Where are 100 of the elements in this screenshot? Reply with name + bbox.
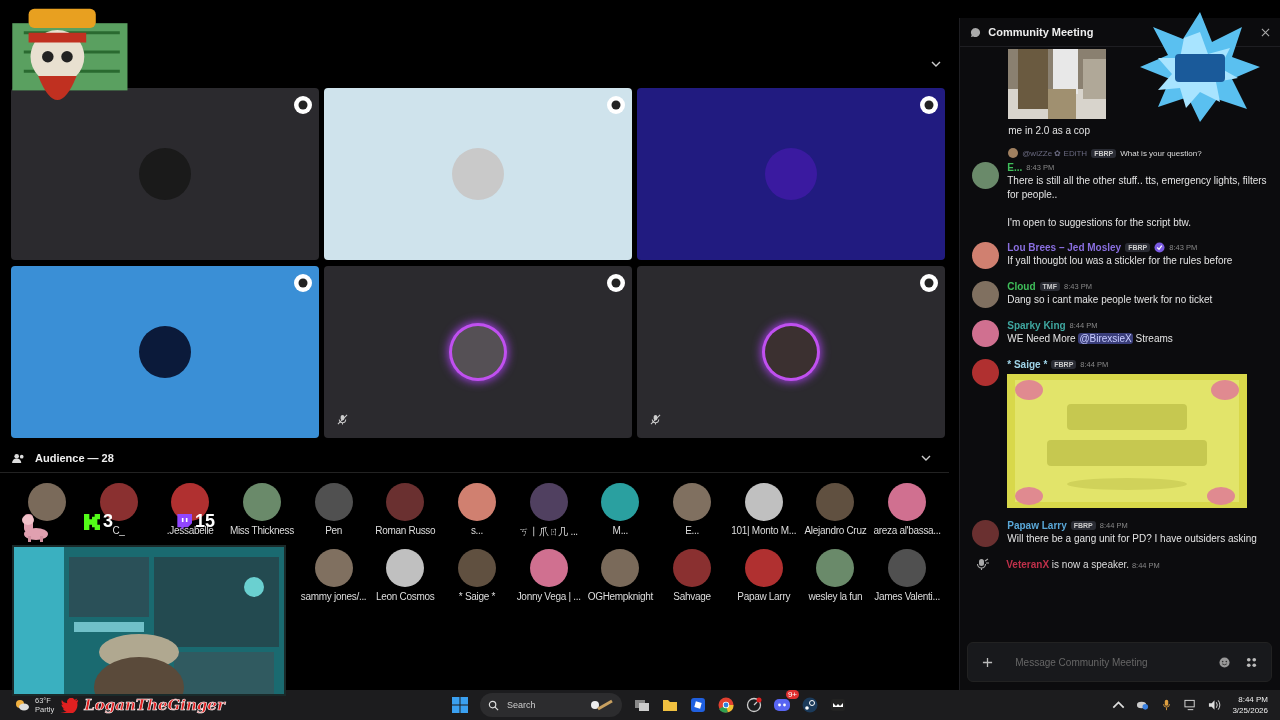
task-view-icon[interactable] [634,697,650,713]
author-name[interactable]: E... [1007,161,1023,173]
author-name[interactable]: * Saige * [1007,358,1048,370]
bird-icon [61,697,80,713]
emoji-icon[interactable] [1219,656,1230,668]
microphone-icon [976,557,991,571]
speaker-tile[interactable] [11,88,319,260]
user-avatar[interactable] [972,320,1000,347]
user-avatar[interactable] [972,242,1000,269]
message-text: WE Need More [1007,333,1077,344]
member-avatar[interactable] [529,549,568,587]
stage-moderator-icon [293,273,313,293]
message-text: I'm open to suggestions for the script btw. [1007,216,1192,230]
message-text: Dang so i cant make people twerk for no ticket [1007,293,1214,307]
member-avatar[interactable] [27,483,66,521]
windows-start-icon[interactable] [452,697,468,713]
member-name: M... [612,525,629,536]
search-icon [488,699,499,711]
collapse-chevron-icon[interactable] [931,61,942,67]
user-mention[interactable]: @BirexsieX [1078,333,1133,344]
member-name: Papaw Larry [737,591,791,602]
plus-icon[interactable] [982,656,994,668]
author-name[interactable]: Lou Brees – Jed Mosley [1007,241,1122,253]
message-text: Will there be a gang unit for PD? I have outsiders asking [1007,532,1258,546]
member-name: James Valenti... [874,591,940,602]
speaker-tile[interactable] [637,266,945,438]
stage-moderator-icon [919,273,939,293]
gauge-icon[interactable] [746,697,762,713]
speaker-tile[interactable] [11,266,319,438]
author-name[interactable]: Papaw Larry [1007,519,1067,531]
cloud-icon[interactable] [1136,699,1150,711]
speaker-name[interactable]: VeteranX [1006,558,1050,570]
message-input[interactable]: Message Community Meeting [1013,655,1209,669]
member-name: Leon Cosmos [376,591,435,602]
chevron-up-icon[interactable] [1112,699,1126,711]
weather-icon[interactable] [14,699,30,711]
twitter-handle: LoganTheGinger [84,696,225,714]
user-avatar[interactable] [972,162,1000,189]
member-avatar[interactable] [744,483,783,521]
search-field[interactable]: Search [505,699,579,711]
follower-count: 3 [103,511,113,532]
member-avatar[interactable] [457,483,496,521]
user-avatar[interactable] [972,359,1000,386]
kick-icon [84,513,100,530]
member-name: Alejandro Cruz [804,525,867,536]
baseball-bat-icon [590,699,614,711]
member-name: s... [470,525,484,536]
message-text: Streams [1134,333,1173,344]
member-name: wesley la fun [808,591,863,602]
stage-moderator-icon [293,95,313,115]
member-avatar[interactable] [888,483,927,521]
close-icon[interactable] [1261,27,1270,37]
user-avatar[interactable] [972,281,1000,308]
member-name: sammy jones/... [300,591,367,602]
system-message: is now a speaker. [1051,558,1130,570]
discord-icon[interactable] [774,697,790,713]
member-name: areza al'bassa... [873,525,941,536]
member-name: Roman Russo [375,525,436,536]
stage-moderator-icon [606,273,626,293]
member-name: * Saige * [458,591,496,602]
search-bar[interactable]: Search [480,693,622,717]
member-name: 101| Monto M... [731,525,797,536]
browser-icon[interactable] [718,697,734,713]
message-text: If yall thougbt lou was a stickler for the rules before [1007,254,1234,268]
speaker-tile[interactable] [324,266,632,438]
reply-avatar [1008,148,1019,158]
collapse-chevron-icon[interactable] [921,455,932,461]
speaker-tile[interactable] [637,88,945,260]
author-name[interactable]: Sparky King [1007,319,1066,331]
speaker-tile[interactable] [324,88,632,260]
audience-heading: Audience — 28 [35,452,114,464]
stage-moderator-icon [606,95,626,115]
member-name: Sahvage [673,591,711,602]
chat-title: Community Meeting [988,26,1094,38]
reply-preview[interactable]: What is your question? [1120,148,1202,158]
app-icon[interactable] [690,697,706,713]
member-avatar[interactable] [601,483,640,521]
clock[interactable]: 8:44 PM 3/25/2026 [1232,694,1268,716]
member-name: Jonny Vega | ... [516,591,581,602]
steam-icon[interactable] [802,697,818,713]
member-name: Pen [325,525,343,536]
member-name: ㄎ丨爪ㄖ几 ... [519,525,578,539]
people-icon [12,452,25,464]
member-name: Miss Thickness [229,525,294,536]
author-name[interactable]: Cloud [1007,280,1036,292]
message-text: There is still all the other stuff.. tts, emergency lights, filters for people.. [1007,174,1268,202]
member-name: C_ [112,525,125,536]
reply-author[interactable]: @wiZZe ✿ EDiTH [1022,148,1088,158]
member-avatar[interactable] [386,549,425,587]
apps-icon[interactable] [1246,656,1257,668]
member-name: OGHempknight [587,591,653,602]
speaker-icon[interactable] [1208,699,1222,711]
folder-icon[interactable] [662,697,678,713]
chat-bubble-icon [970,26,982,38]
member-name: .Jessabelle [166,525,214,536]
member-name: E... [685,525,699,536]
stage-moderator-icon [919,95,939,115]
message-text: me in 2.0 as a cop [1008,124,1091,138]
notification-badge: 9+ [785,690,799,699]
network-icon[interactable] [1184,699,1198,711]
